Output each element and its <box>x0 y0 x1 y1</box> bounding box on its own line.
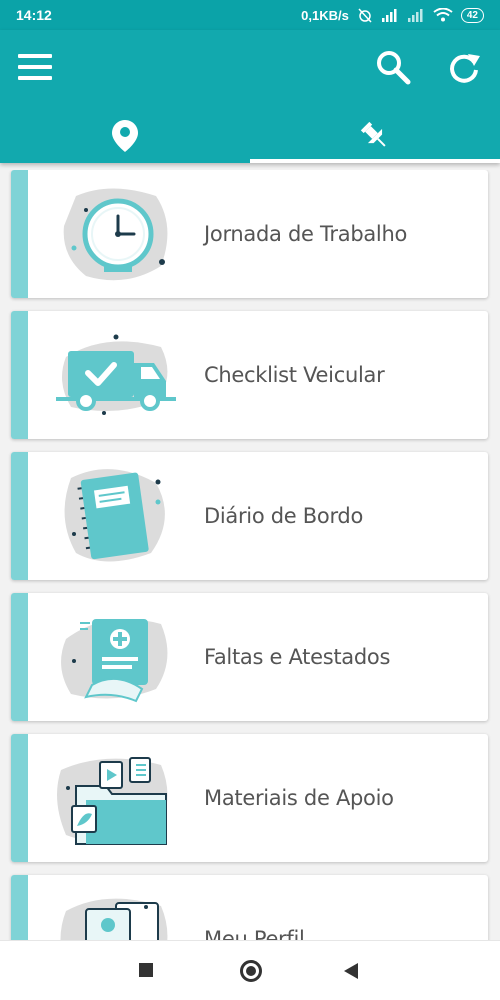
menu-item-label: Materiais de Apoio <box>204 786 394 810</box>
menu-item-label: Jornada de Trabalho <box>204 222 408 246</box>
card-accent <box>11 875 28 940</box>
triangle-back-icon[interactable] <box>344 963 358 979</box>
circle-home-icon[interactable] <box>240 960 262 982</box>
tab-pinned[interactable] <box>250 108 500 163</box>
card-accent <box>11 170 28 298</box>
wifi-icon <box>433 8 453 22</box>
pushpin-icon <box>360 121 386 147</box>
media-folder-illustration <box>57 757 168 845</box>
menu-item-diario[interactable]: Diário de Bordo <box>11 452 488 580</box>
tab-location[interactable] <box>0 108 250 163</box>
network-speed: 0,1KB/s <box>301 7 349 23</box>
profile-card-illustration <box>60 898 168 940</box>
notebook-illustration <box>64 469 165 562</box>
menu-item-faltas[interactable]: Faltas e Atestados <box>11 593 488 721</box>
menu-item-perfil[interactable]: Meu Perfil <box>11 875 488 940</box>
app-bar <box>0 30 500 163</box>
menu-item-label: Meu Perfil <box>204 927 305 940</box>
menu-item-label: Checklist Veicular <box>204 363 385 387</box>
medical-certificate-illustration <box>61 619 168 703</box>
menu-item-jornada[interactable]: Jornada de Trabalho <box>11 170 488 298</box>
menu-list: Jornada de Trabalho Checklist Veicular D… <box>0 170 500 940</box>
truck-checklist-illustration <box>56 334 176 415</box>
battery-indicator: 42 <box>460 7 484 23</box>
signal-icon <box>381 9 397 22</box>
system-nav-bar <box>0 940 500 1000</box>
menu-item-checklist[interactable]: Checklist Veicular <box>11 311 488 439</box>
menu-item-label: Diário de Bordo <box>204 504 363 528</box>
search-icon[interactable] <box>374 48 412 86</box>
card-accent <box>11 593 28 721</box>
refresh-icon[interactable] <box>446 50 482 86</box>
card-accent <box>11 734 28 862</box>
status-bar: 14:12 0,1KB/s 42 <box>0 0 500 30</box>
hamburger-menu-icon[interactable] <box>18 52 52 82</box>
alarm-off-icon <box>358 8 372 23</box>
square-recents-icon[interactable] <box>139 963 153 977</box>
menu-item-materiais[interactable]: Materiais de Apoio <box>11 734 488 862</box>
location-pin-icon <box>112 119 138 152</box>
menu-item-label: Faltas e Atestados <box>204 645 391 669</box>
clock-illustration <box>63 188 168 281</box>
status-indicators: 0,1KB/s 42 <box>301 7 484 23</box>
card-accent <box>11 311 28 439</box>
signal-icon-2 <box>407 9 423 22</box>
status-time: 14:12 <box>16 7 52 23</box>
card-accent <box>11 452 28 580</box>
